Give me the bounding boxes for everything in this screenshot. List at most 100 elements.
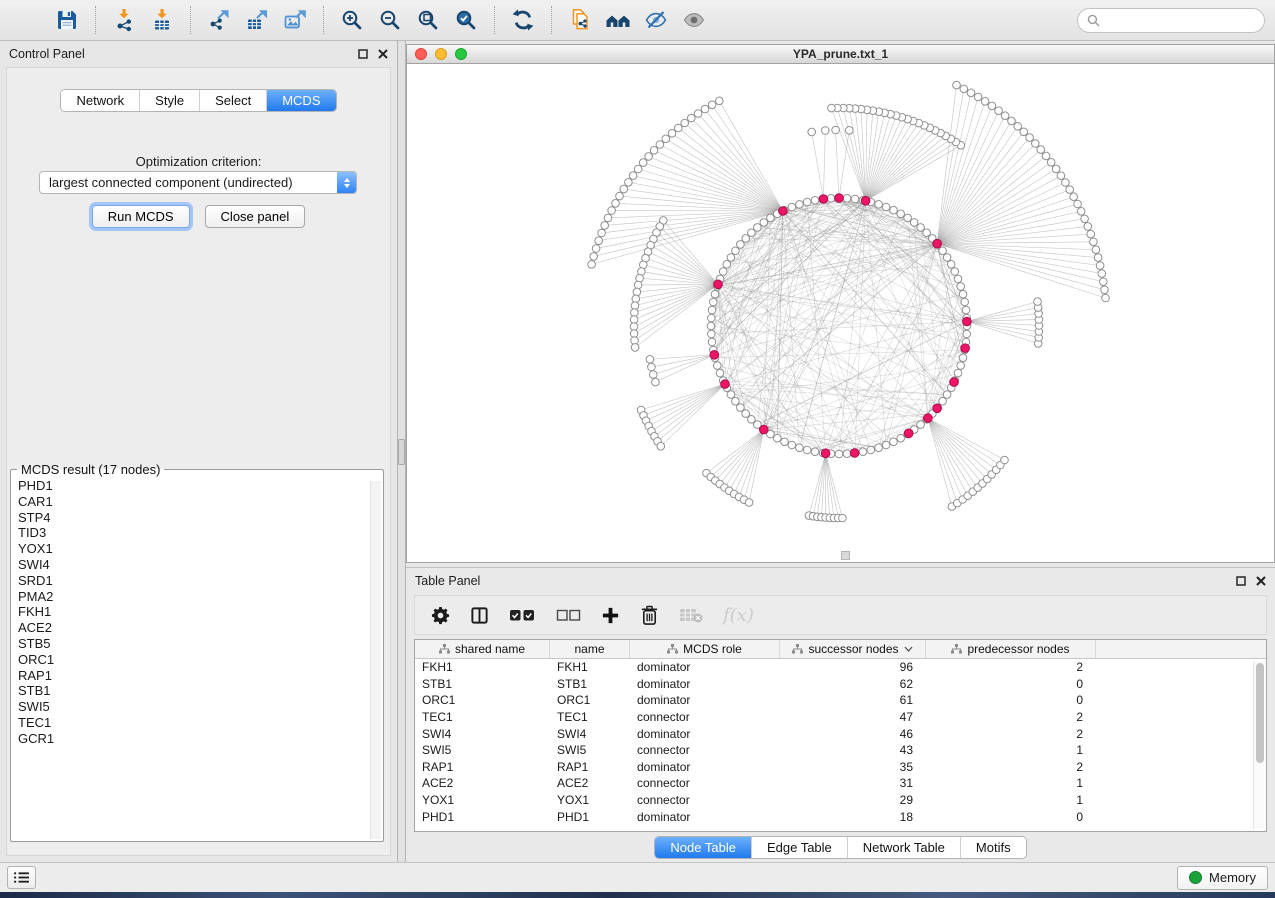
node-table[interactable]: shared name nameMCDS rolesuccessor nodes p… xyxy=(414,639,1267,832)
table-scrollbar[interactable] xyxy=(1253,661,1264,829)
mcds-result-item[interactable]: PHD1 xyxy=(18,478,383,494)
control-panel-title: Control Panel xyxy=(9,47,85,61)
network-window-title: YPA_prune.txt_1 xyxy=(407,47,1274,61)
tab-style[interactable]: Style xyxy=(139,90,199,111)
deselect-all-rows-button[interactable] xyxy=(556,608,581,622)
close-panel-icon[interactable] xyxy=(378,49,388,59)
save-session-button[interactable] xyxy=(48,4,86,36)
add-column-button[interactable] xyxy=(601,606,620,625)
panel-splitter[interactable] xyxy=(397,41,406,862)
mcds-result-item[interactable]: TEC1 xyxy=(18,715,383,731)
mcds-result-item[interactable]: SWI5 xyxy=(18,699,383,715)
delete-column-button[interactable] xyxy=(640,605,659,626)
show-columns-button[interactable] xyxy=(470,606,489,625)
column-header-predecessor-nodes[interactable]: predecessor nodes xyxy=(926,640,1096,658)
cell-successor-nodes: 46 xyxy=(780,727,926,741)
column-header-successor-nodes[interactable]: successor nodes xyxy=(780,640,926,658)
search-input[interactable] xyxy=(1105,13,1245,27)
table-row[interactable]: YOX1YOX1connector291 xyxy=(415,792,1266,809)
table-row[interactable]: FKH1FKH1dominator962 xyxy=(415,659,1266,676)
toolbar-separator xyxy=(551,6,552,34)
mcds-result-list: PHD1CAR1STP4TID3YOX1SWI4SRD1PMA2FKH1ACE2… xyxy=(11,477,383,837)
float-panel-icon[interactable] xyxy=(358,49,368,59)
export-image-button[interactable] xyxy=(276,4,314,36)
open-file-button[interactable] xyxy=(10,4,48,36)
table-row[interactable]: SWI5SWI5connector431 xyxy=(415,742,1266,759)
column-header-shared-name[interactable]: shared name xyxy=(415,640,550,658)
network-canvas[interactable] xyxy=(406,64,1275,563)
run-mcds-button[interactable]: Run MCDS xyxy=(92,205,190,228)
cell-name: FKH1 xyxy=(550,660,630,674)
memory-button[interactable]: Memory xyxy=(1177,866,1268,890)
select-all-rows-button[interactable] xyxy=(509,608,536,622)
tab-node-table[interactable]: Node Table xyxy=(655,837,751,858)
network-graph[interactable] xyxy=(407,64,1274,561)
show-all-button[interactable] xyxy=(675,4,713,36)
column-header-name[interactable]: name xyxy=(550,640,630,658)
function-builder-button: f(x) xyxy=(723,605,754,626)
import-table-button[interactable] xyxy=(143,4,181,36)
control-panel: Control Panel Network Style Select MCDS … xyxy=(0,41,397,862)
search-field[interactable] xyxy=(1077,8,1265,33)
close-panel-icon[interactable] xyxy=(1256,576,1266,586)
status-bar: Memory xyxy=(0,862,1275,892)
close-panel-button[interactable]: Close panel xyxy=(205,205,306,228)
table-row[interactable]: ACE2ACE2connector311 xyxy=(415,775,1266,792)
cell-shared-name: PHD1 xyxy=(415,810,550,824)
table-row[interactable]: SWI4SWI4dominator462 xyxy=(415,725,1266,742)
toolbar-separator xyxy=(323,6,324,34)
tab-select[interactable]: Select xyxy=(199,90,266,111)
column-label: shared name xyxy=(455,642,525,656)
cell-name: SWI4 xyxy=(550,727,630,741)
first-neighbors-button[interactable] xyxy=(599,4,637,36)
mcds-result-item[interactable]: ACE2 xyxy=(18,620,383,636)
mcds-result-item[interactable]: STB1 xyxy=(18,683,383,699)
table-row[interactable]: ORC1ORC1dominator610 xyxy=(415,692,1266,709)
tab-edge-table[interactable]: Edge Table xyxy=(751,837,847,858)
show-task-history-button[interactable] xyxy=(7,866,36,889)
canvas-grip[interactable] xyxy=(841,551,850,560)
mcds-result-item[interactable]: STP4 xyxy=(18,510,383,526)
network-window-titlebar[interactable]: YPA_prune.txt_1 xyxy=(406,44,1275,64)
mcds-result-item[interactable]: YOX1 xyxy=(18,541,383,557)
refresh-view-button[interactable] xyxy=(504,4,542,36)
zoom-selected-button[interactable] xyxy=(447,4,485,36)
mcds-result-item[interactable]: TID3 xyxy=(18,525,383,541)
mcds-result-item[interactable]: GCR1 xyxy=(18,731,383,747)
mcds-result-item[interactable]: STB5 xyxy=(18,636,383,652)
cell-shared-name: SWI5 xyxy=(415,743,550,757)
mcds-result-item[interactable]: FKH1 xyxy=(18,604,383,620)
table-scrollbar-thumb[interactable] xyxy=(1256,663,1264,763)
tab-mcds[interactable]: MCDS xyxy=(266,90,335,111)
mcds-result-item[interactable]: PMA2 xyxy=(18,589,383,605)
zoom-fit-button[interactable] xyxy=(409,4,447,36)
search-icon xyxy=(1087,14,1100,27)
hide-selected-button[interactable] xyxy=(637,4,675,36)
result-list-scrollbar[interactable] xyxy=(370,481,381,839)
export-table-button[interactable] xyxy=(238,4,276,36)
mcds-result-item[interactable]: ORC1 xyxy=(18,652,383,668)
mcds-result-item[interactable]: SRD1 xyxy=(18,573,383,589)
table-row[interactable]: PHD1PHD1dominator180 xyxy=(415,808,1266,825)
tab-network[interactable]: Network xyxy=(61,90,139,111)
tab-network-table[interactable]: Network Table xyxy=(847,837,960,858)
table-row[interactable]: TEC1TEC1connector472 xyxy=(415,709,1266,726)
column-label: predecessor nodes xyxy=(967,642,1069,656)
mcds-result-item[interactable]: CAR1 xyxy=(18,494,383,510)
splitter-grip[interactable] xyxy=(398,439,405,465)
column-header-MCDS-role[interactable]: MCDS role xyxy=(630,640,780,658)
table-row[interactable]: STB1STB1dominator620 xyxy=(415,676,1266,693)
export-network-button[interactable] xyxy=(200,4,238,36)
table-row[interactable]: RAP1RAP1dominator352 xyxy=(415,759,1266,776)
share-network-document-button[interactable] xyxy=(561,4,599,36)
import-network-button[interactable] xyxy=(105,4,143,36)
cell-name: ACE2 xyxy=(550,776,630,790)
zoom-out-button[interactable] xyxy=(371,4,409,36)
mcds-result-item[interactable]: RAP1 xyxy=(18,668,383,684)
table-options-gear-button[interactable] xyxy=(431,606,450,625)
tab-motifs[interactable]: Motifs xyxy=(960,837,1026,858)
mcds-result-item[interactable]: SWI4 xyxy=(18,557,383,573)
optimization-criterion-select[interactable]: largest connected component (undirected) xyxy=(39,171,357,194)
zoom-in-button[interactable] xyxy=(333,4,371,36)
float-panel-icon[interactable] xyxy=(1236,576,1246,586)
